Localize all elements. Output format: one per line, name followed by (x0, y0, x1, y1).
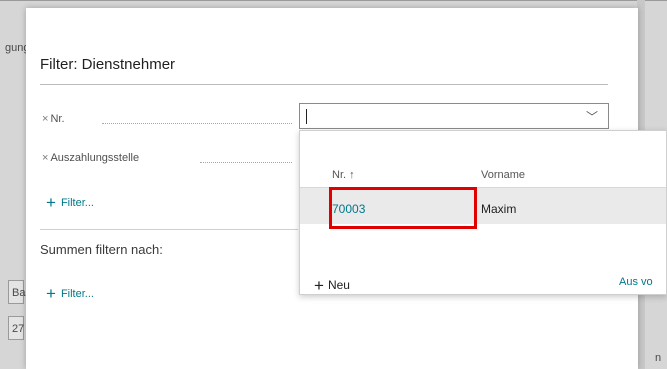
background-field: Ba (8, 280, 25, 304)
chevron-down-icon[interactable]: ﹀ (586, 108, 598, 125)
remove-filter-icon[interactable]: × (42, 113, 48, 125)
add-filter-link[interactable]: + Filter... (46, 193, 94, 213)
filter-label: Nr. (50, 113, 65, 125)
section-divider (40, 229, 298, 230)
filter-row-nr: × Nr. (42, 113, 65, 125)
cell-vorname: Maxim (481, 202, 517, 216)
highlight-box (329, 187, 477, 229)
column-header-vorname[interactable]: Vorname (481, 169, 525, 181)
leader-dots (102, 122, 292, 124)
leader-dots (200, 161, 292, 163)
new-button[interactable]: + Neu (314, 276, 350, 295)
show-all-link[interactable]: Aus vo (619, 276, 653, 288)
plus-icon: + (46, 284, 56, 303)
background-field: 27 (8, 316, 24, 340)
text-caret (306, 109, 307, 124)
remove-filter-icon[interactable]: × (42, 152, 48, 164)
filter-label: Auszahlungsstelle (50, 152, 140, 164)
dialog-title: Filter: Dienstnehmer (40, 56, 176, 73)
column-header-nr[interactable]: Nr. ↑ (332, 169, 355, 181)
add-totals-filter-link[interactable]: + Filter... (46, 284, 94, 304)
background-label: n (655, 352, 662, 364)
title-divider (40, 84, 608, 85)
totals-section-label: Summen filtern nach: (40, 242, 163, 257)
filter-row-auszahlungsstelle: × Auszahlungsstelle (42, 152, 139, 164)
plus-icon: + (46, 193, 56, 212)
plus-icon: + (314, 276, 324, 295)
top-divider (0, 0, 667, 1)
nr-filter-input[interactable]: ﹀ (299, 103, 609, 129)
